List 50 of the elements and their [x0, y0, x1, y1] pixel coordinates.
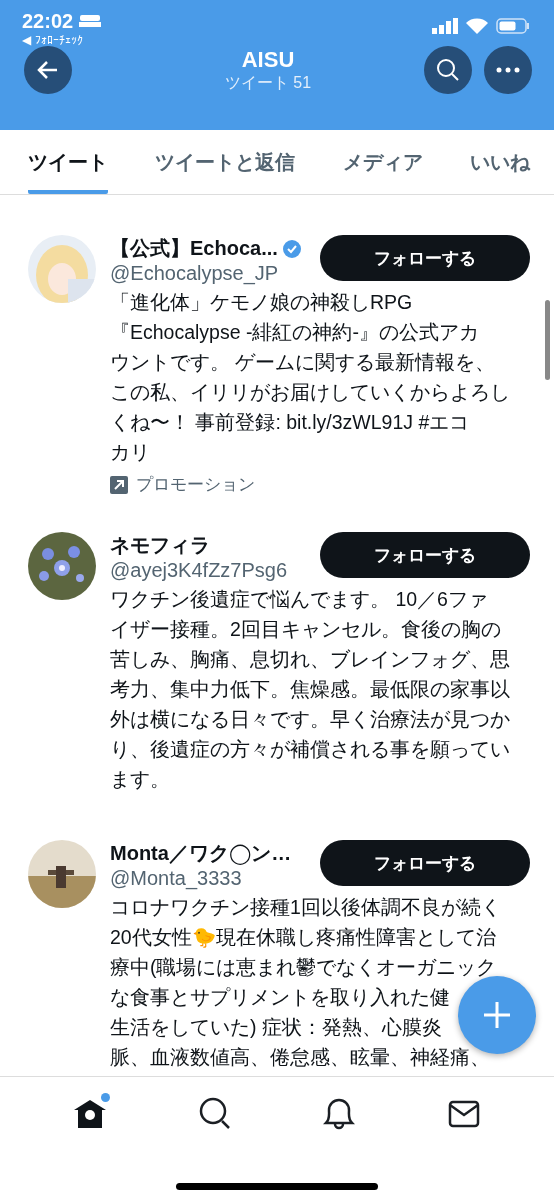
tweet-count: ツイート 51 — [224, 72, 312, 93]
bio-line: 「進化体」ケモノ娘の神殺しRPG — [110, 290, 413, 315]
bio-line: カリ — [110, 440, 150, 465]
bio-line: な食事とサプリメントを取り入れた健 — [110, 985, 450, 1010]
tab[interactable]: いいね — [470, 134, 530, 194]
profile-name: AISU — [241, 46, 295, 73]
battery-icon — [496, 18, 530, 34]
more-button[interactable] — [484, 46, 532, 94]
tab[interactable]: メディア — [342, 134, 423, 194]
signal-icon — [432, 18, 458, 34]
user-name: 【公式】Echoca... — [110, 236, 278, 261]
search-button[interactable] — [424, 46, 472, 94]
user-handle: @ayej3K4fZz7Psg6 — [110, 559, 288, 582]
bio-line: イザー接種。2回目キャンセル。食後の胸の — [110, 617, 501, 642]
tab[interactable]: ツイートと返信 — [155, 134, 296, 194]
bio-line: コロナワクチン接種1回以後体調不良が続く — [110, 895, 501, 920]
search-icon — [436, 58, 460, 82]
arrow-left-icon — [37, 60, 59, 80]
bed-icon — [79, 14, 102, 29]
search-icon — [198, 1096, 231, 1131]
bio-line: 脈、血液数値高、倦怠感、眩暈、神経痛、 — [110, 1045, 490, 1070]
user-handle: @Echocalypse_JP — [110, 262, 280, 285]
mail-icon — [447, 1099, 480, 1128]
bio-line: 療中(職場には恵まれ鬱でなくオーガニック — [110, 955, 497, 980]
follow-button[interactable]: フォローする — [320, 840, 530, 886]
tab[interactable]: ツイート — [28, 134, 108, 194]
clock-time: 22:02 — [22, 10, 74, 33]
user-name: ネモフィラ — [110, 533, 210, 558]
promotion-label: プロモーション — [136, 474, 255, 496]
wifi-icon — [466, 18, 488, 34]
user-handle: @Monta_3333 — [110, 867, 243, 890]
bio-line: 20代女性🐤現在休職し疼痛性障害として治 — [110, 925, 496, 950]
more-icon — [496, 67, 520, 73]
plus-icon — [482, 1000, 512, 1030]
bio-line: 外は横になる日々です。早く治療法が見つか — [110, 707, 510, 732]
bio-line: 『Echocalypse -緋紅の神約-』の公式アカ — [110, 320, 479, 345]
bio-line: ます。 — [110, 767, 170, 792]
bio-line: くね〜！ 事前登録: bit.ly/3zWL91J #エコ — [110, 410, 470, 435]
bio-line: ウントです。 ゲームに関する最新情報を、 — [110, 350, 496, 375]
follow-button[interactable]: フォローする — [320, 532, 530, 578]
bell-icon — [323, 1096, 356, 1131]
bio-line: り、後遺症の方々が補償される事を願ってい — [110, 737, 510, 762]
bio-line: 生活をしていた) 症状：発熱、心膜炎 — [110, 1015, 442, 1040]
user-name: Monta／ワク◯ン… — [110, 841, 292, 867]
bio-line: ワクチン後遺症で悩んでます。 10／6ファ — [110, 587, 488, 612]
back-button[interactable] — [24, 46, 72, 94]
bio-line: 考力、集中力低下。焦燥感。最低限の家事以 — [110, 677, 510, 702]
follow-button[interactable]: フォローする — [320, 235, 530, 281]
bio-line: 苦しみ、胸痛、息切れ、ブレインフォグ、思 — [110, 647, 510, 672]
bio-line: この私、イリリがお届けしていくからよろし — [110, 380, 510, 405]
